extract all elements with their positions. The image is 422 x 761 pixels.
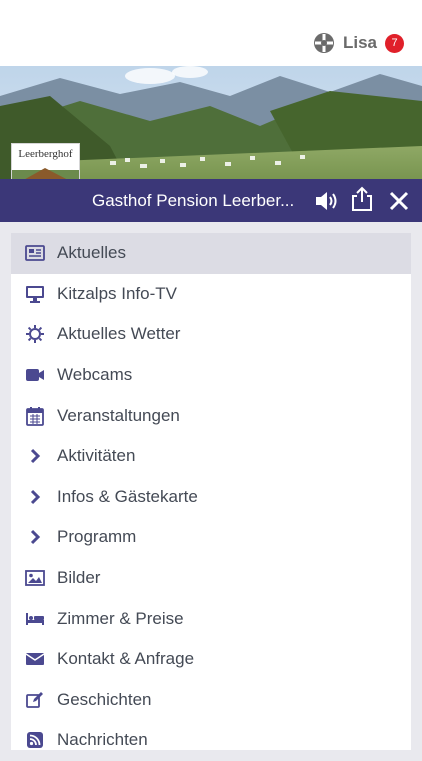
user-menu[interactable]: Lisa 7 — [313, 32, 404, 54]
menu-item-kitzalps-info-tv[interactable]: Kitzalps Info-TV — [11, 274, 411, 315]
menu-item-label: Veranstaltungen — [57, 405, 180, 425]
speaker-icon[interactable] — [312, 187, 340, 215]
user-name: Lisa — [342, 33, 377, 52]
menu-item-nachrichten[interactable]: Nachrichten — [11, 720, 411, 761]
menu-item-infos-gaestekarte[interactable]: Infos & Gästekarte — [11, 477, 411, 518]
menu-item-label: Bilder — [57, 568, 101, 588]
sun-icon — [24, 323, 46, 345]
navigation-menu: Aktuelles Kitzalps Info-TV Aktuelles Wet… — [11, 233, 411, 750]
edit-icon — [24, 689, 46, 711]
rss-icon — [24, 729, 46, 751]
menu-item-label: Aktuelles Wetter — [57, 324, 181, 344]
page-title: Gasthof Pension Leerber... — [92, 191, 295, 210]
chevron-right-icon — [24, 526, 46, 548]
menu-item-webcams[interactable]: Webcams — [11, 355, 411, 396]
chevron-right-icon — [24, 445, 46, 467]
envelope-icon — [24, 648, 46, 670]
menu-item-label: Nachrichten — [57, 730, 148, 750]
menu-item-programm[interactable]: Programm — [11, 517, 411, 558]
close-icon[interactable] — [385, 187, 413, 215]
menu-item-aktivitaeten[interactable]: Aktivitäten — [11, 436, 411, 477]
menu-item-zimmer-preise[interactable]: Zimmer & Preise — [11, 598, 411, 639]
thumbnail-logo-text: Leerberghof — [18, 148, 73, 160]
bed-icon — [24, 608, 46, 630]
menu-item-label: Infos & Gästekarte — [57, 486, 198, 506]
menu-item-bilder[interactable]: Bilder — [11, 558, 411, 599]
menu-item-label: Kitzalps Info-TV — [57, 283, 177, 303]
share-icon[interactable] — [348, 185, 376, 213]
video-camera-icon — [24, 364, 46, 386]
menu-item-label: Programm — [57, 527, 137, 547]
menu-item-kontakt-anfrage[interactable]: Kontakt & Anfrage — [11, 639, 411, 680]
menu-item-veranstaltungen[interactable]: Veranstaltungen — [11, 395, 411, 436]
newspaper-icon — [24, 242, 46, 264]
menu-item-geschichten[interactable]: Geschichten — [11, 680, 411, 721]
menu-item-label: Webcams — [57, 365, 133, 385]
menu-item-label: Geschichten — [57, 689, 152, 709]
menu-item-aktuelles-wetter[interactable]: Aktuelles Wetter — [11, 314, 411, 355]
chevron-right-icon — [24, 486, 46, 508]
image-icon — [24, 567, 46, 589]
menu-item-label: Kontakt & Anfrage — [57, 649, 195, 669]
top-bar: Lisa 7 — [0, 0, 422, 66]
title-bar: Gasthof Pension Leerber... — [0, 179, 422, 222]
calendar-icon — [24, 405, 46, 427]
menu-item-label: Aktuelles — [57, 243, 126, 263]
monitor-icon — [24, 283, 46, 305]
menu-item-label: Zimmer & Preise — [57, 608, 184, 628]
menu-item-label: Aktivitäten — [57, 446, 136, 466]
apps-icon — [313, 33, 334, 53]
notification-badge[interactable]: 7 — [385, 33, 404, 53]
menu-item-aktuelles[interactable]: Aktuelles — [11, 233, 411, 274]
